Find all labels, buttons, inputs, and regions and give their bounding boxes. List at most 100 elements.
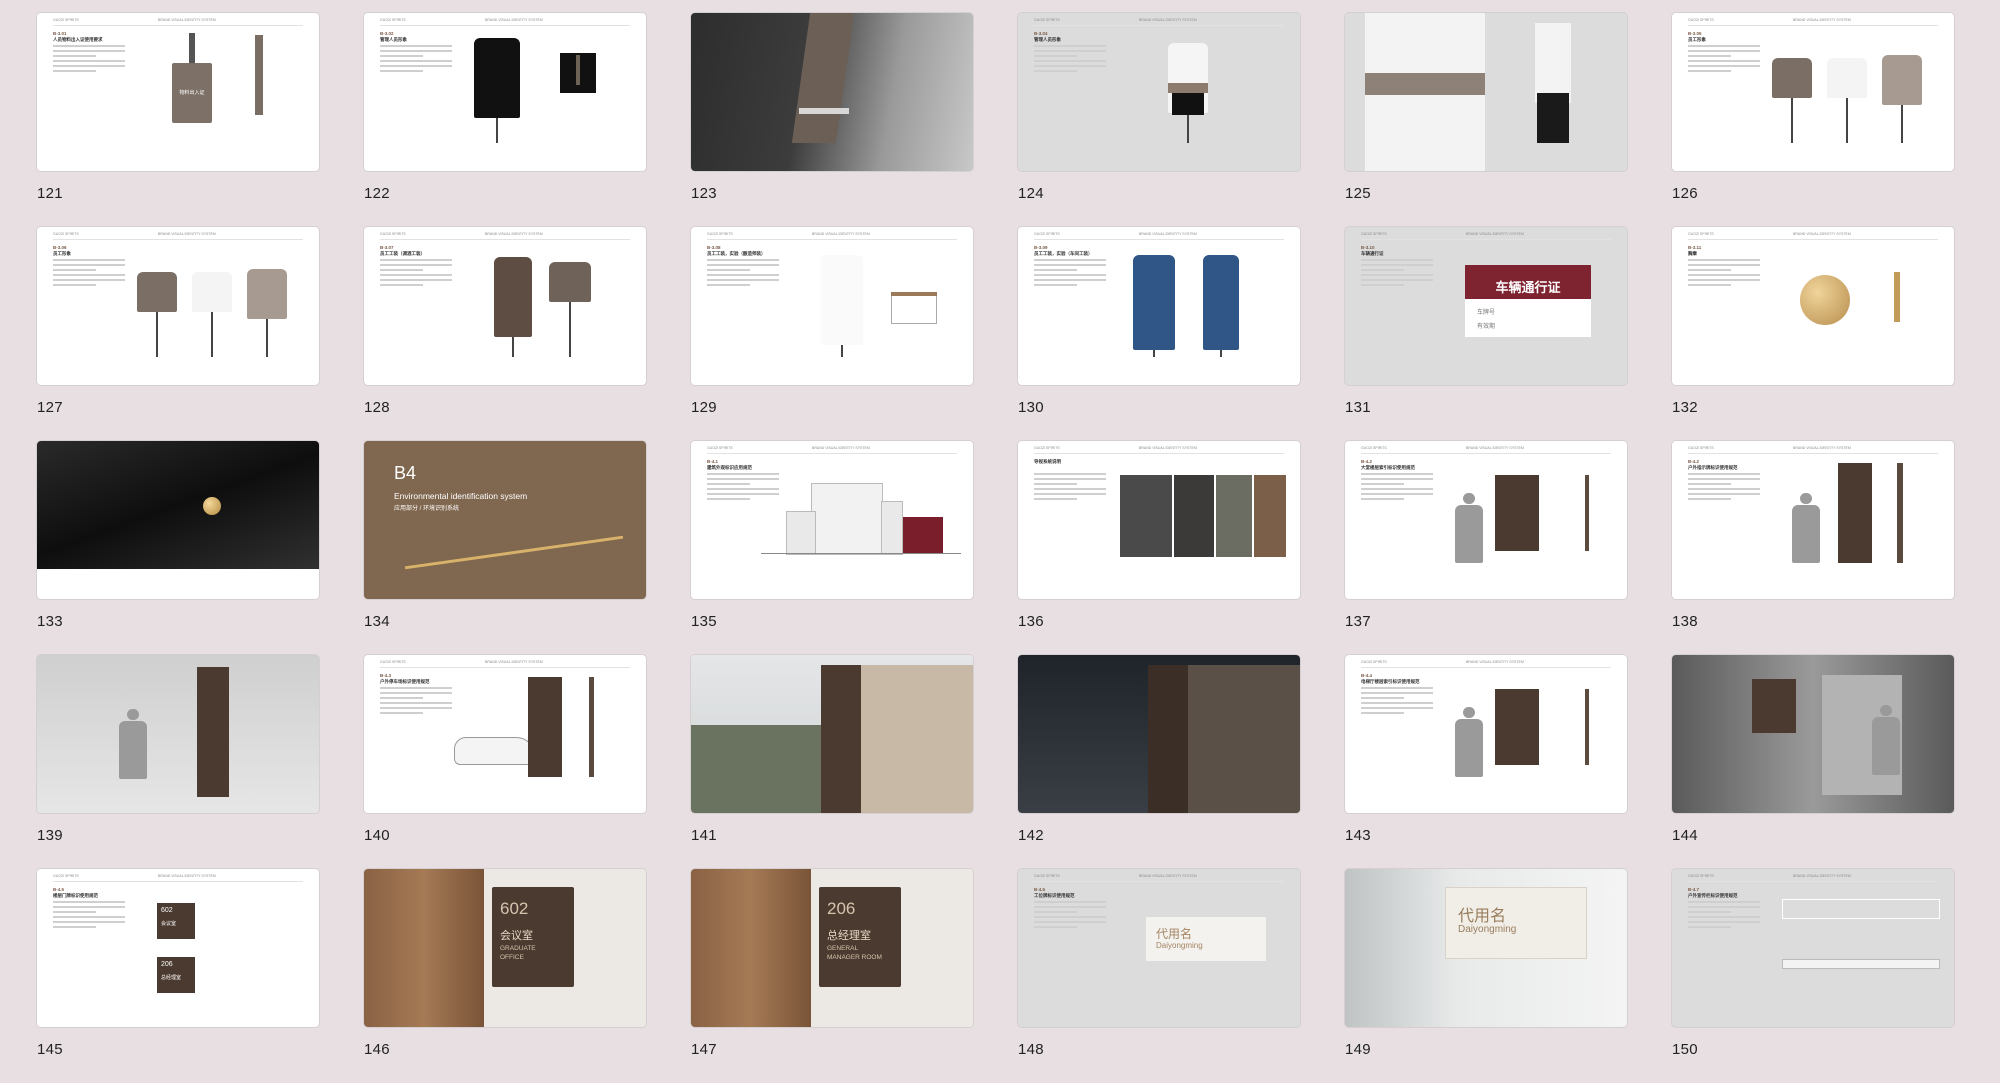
thumbnail-123[interactable]: 123 bbox=[691, 13, 973, 227]
permit-title: 车辆通行证 bbox=[1495, 280, 1561, 295]
permit-field-plate: 车牌号 bbox=[1477, 310, 1496, 316]
thumbnail-150[interactable]: GUOZI SPIRITS BRAND VISUAL IDENTITY SYSTE… bbox=[1672, 869, 1954, 1083]
thumbnail-124[interactable]: GUOZI SPIRITS BRAND VISUAL IDENTITY SYSTE… bbox=[1018, 13, 1300, 227]
totem-photo bbox=[197, 667, 229, 797]
thumbnail-122[interactable]: GUOZI SPIRITS BRAND VISUAL IDENTITY SYSTE… bbox=[364, 13, 646, 227]
slide-preview[interactable]: GUOZI SPIRITS BRAND VISUAL IDENTITY SYSTE… bbox=[691, 227, 973, 385]
thumbnail-129[interactable]: GUOZI SPIRITS BRAND VISUAL IDENTITY SYSTE… bbox=[691, 227, 973, 441]
tie bbox=[576, 55, 580, 85]
slide-preview[interactable]: GUOZI SPIRITS BRAND VISUAL IDENTITY SYSTE… bbox=[37, 13, 319, 171]
gold-wave bbox=[404, 535, 624, 570]
thumbnail-134[interactable]: B4 Environmental identification system 应用部… bbox=[364, 441, 646, 655]
person-silhouette-head bbox=[1880, 705, 1892, 717]
thumbnail-126[interactable]: GUOZI SPIRITS BRAND VISUAL IDENTITY SYSTE… bbox=[1672, 13, 1954, 227]
thumbnail-141[interactable]: 141 bbox=[691, 655, 973, 869]
thumbnail-142[interactable]: 142 bbox=[1018, 655, 1300, 869]
slide-preview[interactable]: GUOZI SPIRITS BRAND VISUAL IDENTITY SYSTE… bbox=[1018, 227, 1300, 385]
page-number: 130 bbox=[1018, 399, 1044, 416]
page-number: 149 bbox=[1345, 1041, 1371, 1058]
slide-preview[interactable]: GUOZI SPIRITS BRAND VISUAL IDENTITY SYSTE… bbox=[1018, 13, 1300, 171]
slide-preview[interactable]: GUOZI SPIRITS BRAND VISUAL IDENTITY SYSTE… bbox=[1018, 869, 1300, 1027]
slide-preview[interactable] bbox=[691, 13, 973, 171]
section-code: B-4.5 bbox=[53, 887, 65, 892]
thumbnail-143[interactable]: GUOZI SPIRITS BRAND VISUAL IDENTITY SYSTE… bbox=[1345, 655, 1627, 869]
slide-preview[interactable]: 代用名 Daiyongming bbox=[1345, 869, 1627, 1027]
person-silhouette-head bbox=[1463, 493, 1475, 505]
outdoor-totem bbox=[1838, 463, 1872, 563]
page-number: 148 bbox=[1018, 1041, 1044, 1058]
parking-sign-photo bbox=[821, 665, 861, 813]
body-text bbox=[1688, 259, 1760, 289]
thumbnail-148[interactable]: GUOZI SPIRITS BRAND VISUAL IDENTITY SYSTE… bbox=[1018, 869, 1300, 1083]
building-red-block bbox=[903, 517, 943, 553]
lab-coat bbox=[821, 255, 863, 345]
section-code: B-4.7 bbox=[1688, 887, 1700, 892]
thumbnail-128[interactable]: GUOZI SPIRITS BRAND VISUAL IDENTITY SYSTE… bbox=[364, 227, 646, 441]
slide-preview[interactable] bbox=[691, 655, 973, 813]
pin-side bbox=[1894, 272, 1900, 322]
thumbnail-137[interactable]: GUOZI SPIRITS BRAND VISUAL IDENTITY SYSTE… bbox=[1345, 441, 1627, 655]
slide-preview[interactable]: GUOZI SPIRITS BRAND VISUAL IDENTITY SYSTE… bbox=[1345, 655, 1627, 813]
slide-preview[interactable]: GUOZI SPIRITS BRAND VISUAL IDENTITY SYSTE… bbox=[1018, 441, 1300, 599]
slide-preview[interactable]: 602 会议室 GRADUATE OFFICE bbox=[364, 869, 646, 1027]
slide-preview[interactable]: GUOZI SPIRITS BRAND VISUAL IDENTITY SYSTE… bbox=[37, 869, 319, 1027]
thumbnail-127[interactable]: GUOZI SPIRITS BRAND VISUAL IDENTITY SYSTE… bbox=[37, 227, 319, 441]
slide-preview[interactable]: GUOZI SPIRITS BRAND VISUAL IDENTITY SYSTE… bbox=[364, 13, 646, 171]
header-brand: GUOZI SPIRITS bbox=[1034, 18, 1060, 22]
thumbnail-149[interactable]: 代用名 Daiyongming 149 bbox=[1345, 869, 1627, 1083]
section-code: B-3.11 bbox=[1688, 245, 1702, 250]
thumbnail-125[interactable]: 125 bbox=[1345, 13, 1627, 227]
thumbnail-146[interactable]: 602 会议室 GRADUATE OFFICE 146 bbox=[364, 869, 646, 1083]
slide-preview[interactable]: GUOZI SPIRITS BRAND VISUAL IDENTITY SYSTE… bbox=[1672, 869, 1954, 1027]
page-number: 143 bbox=[1345, 827, 1371, 844]
thumbnail-139[interactable]: 139 bbox=[37, 655, 319, 869]
slide-preview[interactable] bbox=[37, 441, 319, 599]
slide-preview[interactable] bbox=[1018, 655, 1300, 813]
thumbnail-131[interactable]: GUOZI SPIRITS BRAND VISUAL IDENTITY SYSTE… bbox=[1345, 227, 1627, 441]
building-right bbox=[881, 501, 903, 555]
body-text bbox=[380, 687, 452, 717]
car-outline bbox=[454, 737, 536, 765]
slide-preview[interactable]: GUOZI SPIRITS BRAND VISUAL IDENTITY SYSTE… bbox=[1345, 227, 1627, 385]
thumbnail-140[interactable]: GUOZI SPIRITS BRAND VISUAL IDENTITY SYSTE… bbox=[364, 655, 646, 869]
slide-preview[interactable]: 206 总经理室 GENERAL MANAGER ROOM bbox=[691, 869, 973, 1027]
gold-pin bbox=[1800, 275, 1850, 325]
thumbnail-138[interactable]: GUOZI SPIRITS BRAND VISUAL IDENTITY SYSTE… bbox=[1672, 441, 1954, 655]
slide-preview[interactable]: GUOZI SPIRITS BRAND VISUAL IDENTITY SYSTE… bbox=[1672, 227, 1954, 385]
slide-preview[interactable]: GUOZI SPIRITS BRAND VISUAL IDENTITY SYSTE… bbox=[364, 655, 646, 813]
thumbnail-130[interactable]: GUOZI SPIRITS BRAND VISUAL IDENTITY SYSTE… bbox=[1018, 227, 1300, 441]
slide-preview[interactable] bbox=[1672, 655, 1954, 813]
slide-preview[interactable] bbox=[1345, 13, 1627, 171]
slide-preview[interactable]: GUOZI SPIRITS BRAND VISUAL IDENTITY SYSTE… bbox=[1345, 441, 1627, 599]
wood-panel bbox=[364, 869, 484, 1027]
thumbnail-121[interactable]: GUOZI SPIRITS BRAND VISUAL IDENTITY SYSTE… bbox=[37, 13, 319, 227]
thumbnail-135[interactable]: GUOZI SPIRITS BRAND VISUAL IDENTITY SYSTE… bbox=[691, 441, 973, 655]
section-code: B-4.3 bbox=[380, 673, 392, 678]
mannequin-stand bbox=[569, 302, 571, 357]
thumbnail-132[interactable]: GUOZI SPIRITS BRAND VISUAL IDENTITY SYSTE… bbox=[1672, 227, 1954, 441]
elevator-wall bbox=[1672, 655, 1954, 813]
jacket-grey bbox=[1882, 55, 1922, 105]
thumbnail-136[interactable]: GUOZI SPIRITS BRAND VISUAL IDENTITY SYSTE… bbox=[1018, 441, 1300, 655]
thumbnail-145[interactable]: GUOZI SPIRITS BRAND VISUAL IDENTITY SYSTE… bbox=[37, 869, 319, 1083]
door-plate-602: 602 会议室 bbox=[157, 903, 195, 939]
slide-preview[interactable]: GUOZI SPIRITS BRAND VISUAL IDENTITY SYSTE… bbox=[1672, 13, 1954, 171]
slide-preview[interactable]: GUOZI SPIRITS BRAND VISUAL IDENTITY SYSTE… bbox=[37, 227, 319, 385]
slide-preview[interactable]: GUOZI SPIRITS BRAND VISUAL IDENTITY SYSTE… bbox=[691, 441, 973, 599]
photo-sign-3 bbox=[1254, 475, 1286, 557]
slide-preview[interactable]: GUOZI SPIRITS BRAND VISUAL IDENTITY SYSTE… bbox=[1672, 441, 1954, 599]
slide-preview[interactable]: GUOZI SPIRITS BRAND VISUAL IDENTITY SYSTE… bbox=[364, 227, 646, 385]
slide-preview[interactable] bbox=[37, 655, 319, 813]
thumbnail-144[interactable]: 144 bbox=[1672, 655, 1954, 869]
section-title: 员工形象 bbox=[1688, 37, 1706, 42]
page-number: 146 bbox=[364, 1041, 390, 1058]
person-silhouette bbox=[119, 720, 147, 779]
body-text bbox=[380, 45, 452, 75]
header-system: BRAND VISUAL IDENTITY SYSTEM bbox=[1139, 446, 1197, 450]
header-system: BRAND VISUAL IDENTITY SYSTEM bbox=[158, 874, 216, 878]
thumbnail-133[interactable]: 133 bbox=[37, 441, 319, 655]
slide-preview[interactable]: B4 Environmental identification system 应用部… bbox=[364, 441, 646, 599]
thumbnail-147[interactable]: 206 总经理室 GENERAL MANAGER ROOM 147 bbox=[691, 869, 973, 1083]
section-title: 人员物料出入证使用要求 bbox=[53, 37, 103, 42]
section-title: 大堂楼层索引标识使用规范 bbox=[1361, 465, 1415, 470]
